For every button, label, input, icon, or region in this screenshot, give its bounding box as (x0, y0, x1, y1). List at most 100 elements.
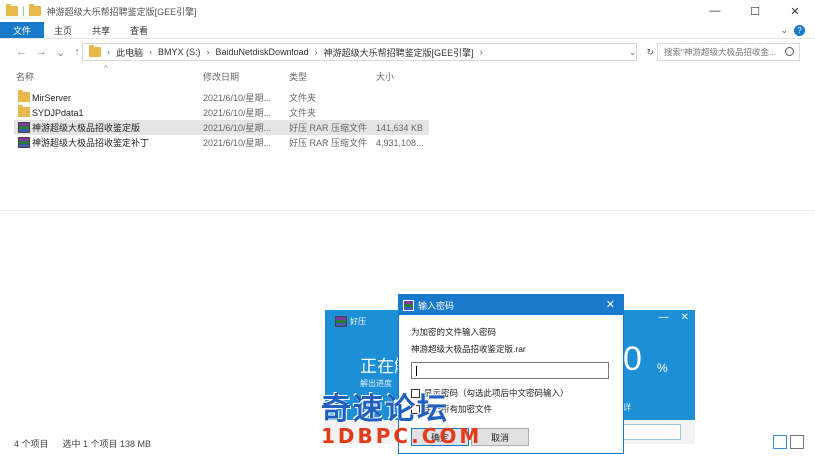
file-list: MirServer 2021/6/10/星期... 文件夹 SYDJPdata1… (14, 90, 429, 150)
dialog-title-bar: 输入密码 ✕ (399, 295, 623, 315)
file-name: MirServer (32, 92, 72, 103)
column-name[interactable]: 名称 (16, 70, 34, 83)
file-type: 文件夹 (289, 93, 317, 103)
address-bar[interactable]: › 此电脑 › BMYX (S:) › BaiduNetdiskDownload… (82, 43, 637, 61)
breadcrumb-current-folder[interactable]: 神游超级大乐帮招聘鉴定版[GEE引擎] (324, 46, 474, 59)
apply-all-checkbox[interactable]: 用于所有加密文件 (411, 403, 492, 415)
chevron-right-icon: › (479, 47, 483, 57)
file-type: 文件夹 (289, 108, 317, 118)
details-link[interactable]: 详 (623, 402, 631, 413)
forward-arrow-icon[interactable]: → (36, 46, 47, 59)
toolbar-separator: | (22, 5, 25, 17)
percent-sign: % (657, 361, 668, 375)
expand-ribbon-icon[interactable]: ⌄ (780, 25, 788, 36)
cancel-button[interactable]: 取消 (471, 428, 529, 446)
password-prompt: 为加密的文件输入密码 (411, 327, 497, 337)
window-controls: — ☐ ✕ (695, 0, 815, 22)
view-toggle (773, 435, 804, 449)
archive-filename: 神游超级大极品招收鉴定版.rar (411, 344, 526, 354)
progress-percent: 0 (623, 340, 642, 378)
close-icon[interactable]: ✕ (681, 312, 689, 323)
quick-access-toolbar: | (0, 4, 41, 17)
up-arrow-icon[interactable]: ↑ (74, 46, 80, 59)
file-date: 2021/6/10/星期... (203, 123, 272, 133)
show-password-label: 显示密码（勾选此项后中文密码输入） (424, 388, 569, 398)
help-icon[interactable]: ? (794, 24, 805, 36)
file-name: 神游超级大极品招收鉴定补丁 (32, 138, 150, 148)
list-item[interactable]: SYDJPdata1 2021/6/10/星期... 文件夹 (14, 105, 429, 120)
rar-archive-icon (18, 122, 30, 133)
breadcrumb-this-pc[interactable]: 此电脑 (116, 46, 143, 59)
close-button[interactable]: ✕ (775, 0, 815, 22)
search-input[interactable]: 搜索"神游超级大极品招收金... (657, 43, 800, 61)
column-header: ^ 名称 修改日期 类型 大小 (0, 64, 430, 84)
ribbon-right: ⌄ ? (780, 22, 815, 38)
folder-icon (6, 4, 18, 16)
column-type[interactable]: 类型 (289, 70, 307, 83)
password-input[interactable] (411, 362, 609, 379)
column-date[interactable]: 修改日期 (203, 70, 239, 83)
window-title: 神游超级大乐帮招聘鉴定版[GEE引擎] (46, 6, 197, 17)
tab-share[interactable]: 共享 (82, 22, 120, 38)
maximize-button[interactable]: ☐ (735, 0, 775, 22)
search-placeholder: 搜索"神游超级大极品招收金... (664, 47, 777, 57)
selection-info: 选中 1 个项目 138 MB (62, 439, 152, 449)
haozip-icon (403, 299, 414, 311)
installer-window-controls: — ✕ (659, 312, 689, 323)
ribbon-tabs: 文件 主页 共享 查看 ⌄ ? (0, 22, 815, 39)
quick-access-folder-icon[interactable] (28, 4, 41, 16)
nav-buttons: ← → ⌄ ↑ (0, 46, 80, 59)
password-dialog: 输入密码 ✕ 为加密的文件输入密码 神游超级大极品招收鉴定版.rar 显示密码（… (398, 294, 624, 454)
checkbox-icon[interactable] (411, 388, 420, 398)
file-type: 好压 RAR 压缩文件 (289, 123, 368, 133)
tab-file[interactable]: 文件 (0, 22, 45, 38)
column-size[interactable]: 大小 (376, 70, 394, 83)
haozip-logo-icon (335, 315, 347, 327)
address-actions: ⌄ ↻ (623, 43, 657, 61)
list-item-selected[interactable]: 神游超级大极品招收鉴定版 2021/6/10/星期... 好压 RAR 压缩文件… (14, 120, 429, 135)
file-size: 4,931,108... (376, 137, 424, 148)
chevron-right-icon: › (206, 47, 210, 57)
refresh-icon[interactable]: ↻ (647, 47, 655, 58)
address-dropdown-icon[interactable]: ⌄ (629, 47, 637, 58)
item-count: 4 个项目 (14, 439, 49, 449)
file-name: 神游超级大极品招收鉴定版 (32, 123, 141, 133)
sort-up-icon: ^ (104, 64, 108, 73)
app-logo: 好压 (335, 315, 375, 327)
app-brand: 好压 (350, 316, 366, 326)
back-arrow-icon[interactable]: ← (16, 46, 27, 59)
minimize-button[interactable]: — (695, 0, 735, 22)
large-icons-view-icon[interactable] (790, 435, 804, 449)
recent-locations-icon[interactable]: ⌄ (56, 46, 65, 59)
chevron-right-icon: › (314, 47, 318, 57)
minimize-icon[interactable]: — (659, 312, 669, 323)
rar-archive-icon (18, 137, 30, 148)
divider (0, 210, 815, 211)
title-bar: | 神游超级大乐帮招聘鉴定版[GEE引擎] — ☐ ✕ (0, 0, 815, 22)
file-date: 2021/6/10/星期... (203, 93, 272, 103)
folder-icon (18, 90, 30, 102)
address-folder-icon (89, 45, 101, 57)
text-caret (416, 366, 417, 376)
address-row: ← → ⌄ ↑ › 此电脑 › BMYX (S:) › BaiduNetdisk… (0, 40, 815, 64)
apply-all-label: 用于所有加密文件 (424, 404, 493, 414)
list-item[interactable]: 神游超级大极品招收鉴定补丁 2021/6/10/星期... 好压 RAR 压缩文… (14, 135, 429, 150)
dialog-close-icon[interactable]: ✕ (606, 298, 615, 311)
breadcrumb-drive[interactable]: BMYX (S:) (158, 47, 201, 57)
checkbox-icon[interactable] (411, 404, 420, 414)
details-view-icon[interactable] (773, 435, 787, 449)
status-bar: 4 个项目 选中 1 个项目 138 MB (14, 437, 151, 450)
list-item[interactable]: MirServer 2021/6/10/星期... 文件夹 (14, 90, 429, 105)
file-size: 141,634 KB (376, 122, 424, 133)
search-icon (785, 47, 794, 56)
breadcrumb-download[interactable]: BaiduNetdiskDownload (216, 47, 309, 57)
file-type: 好压 RAR 压缩文件 (289, 138, 368, 148)
file-date: 2021/6/10/星期... (203, 108, 272, 118)
show-password-checkbox[interactable]: 显示密码（勾选此项后中文密码输入） (411, 387, 569, 399)
tab-view[interactable]: 查看 (120, 22, 158, 38)
tab-home[interactable]: 主页 (44, 22, 82, 38)
ok-button[interactable]: 确定 (411, 428, 469, 446)
chevron-right-icon: › (149, 47, 153, 57)
chevron-right-icon: › (107, 47, 110, 57)
dialog-title: 输入密码 (418, 300, 455, 311)
